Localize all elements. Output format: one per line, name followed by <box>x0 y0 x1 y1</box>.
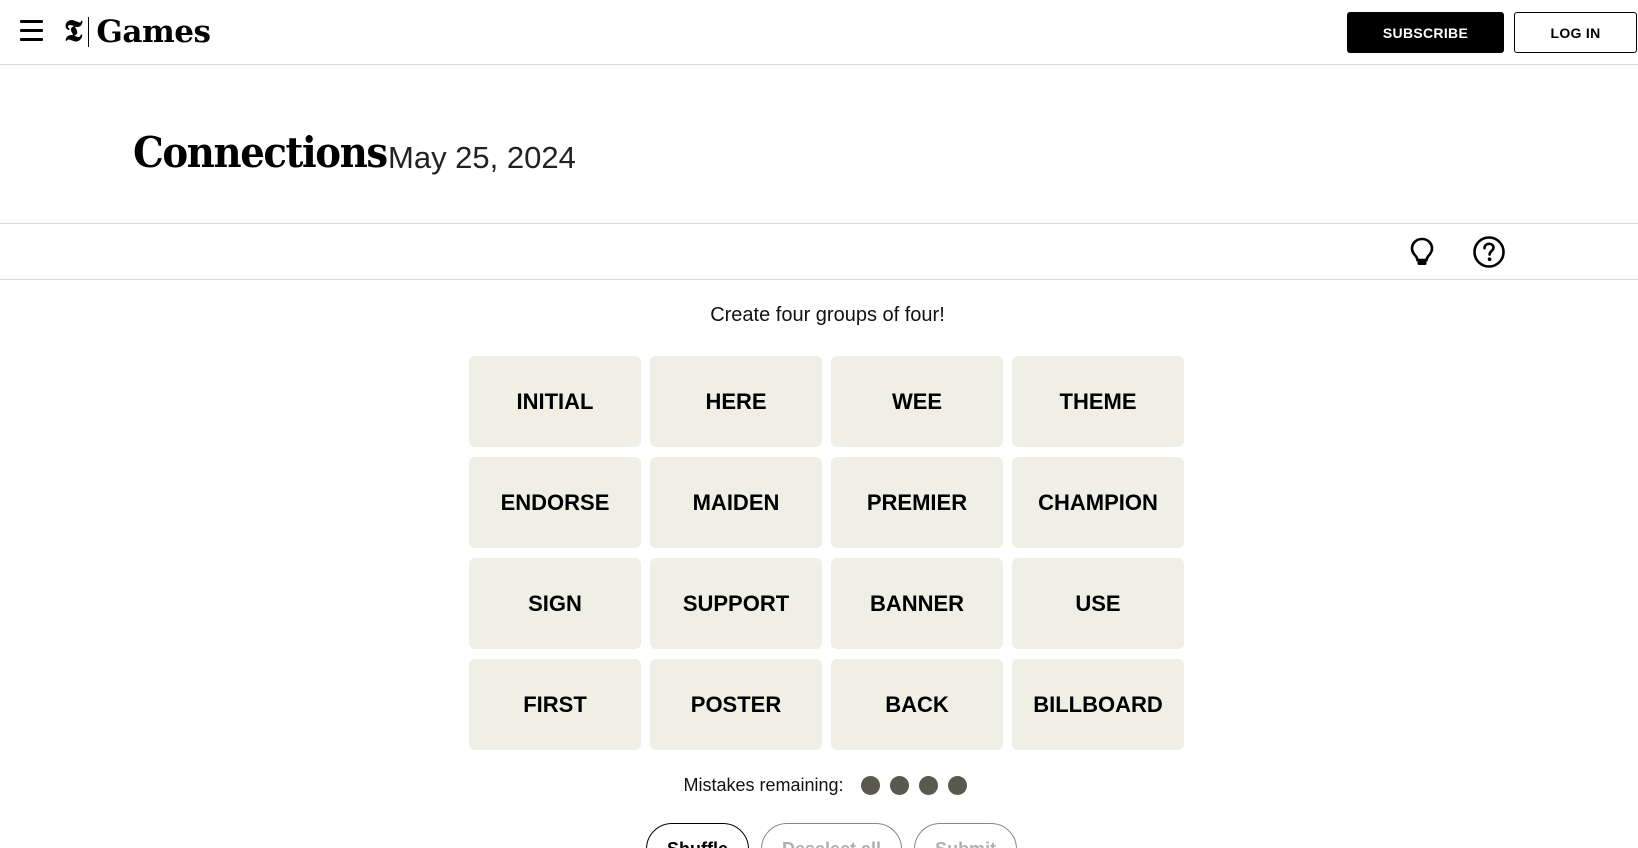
word-tile[interactable]: SIGN <box>469 558 641 649</box>
word-tile[interactable]: WEE <box>831 356 1003 447</box>
game-toolbar <box>0 224 1638 280</box>
menu-icon[interactable] <box>20 20 43 42</box>
shuffle-button[interactable]: Shuffle <box>646 823 749 848</box>
game-controls: Shuffle Deselect all Submit <box>646 823 1029 848</box>
word-tile[interactable]: ENDORSE <box>469 457 641 548</box>
mistake-dot <box>860 776 880 795</box>
game-instructions: Create four groups of four! <box>710 304 945 326</box>
word-tile[interactable]: MAIDEN <box>650 457 822 548</box>
subscribe-button[interactable]: SUBSCRIBE <box>1347 12 1504 53</box>
word-tile[interactable]: INITIAL <box>469 356 641 447</box>
word-tile[interactable]: THEME <box>1012 356 1184 447</box>
word-tile[interactable]: SUPPORT <box>650 558 822 649</box>
mistake-dot <box>947 776 967 795</box>
top-navigation-bar: 𝕿 Games SUBSCRIBE LOG IN <box>0 0 1638 65</box>
word-tile[interactable]: POSTER <box>650 659 822 750</box>
word-tile[interactable]: USE <box>1012 558 1184 649</box>
lightbulb-icon[interactable] <box>1404 234 1440 270</box>
word-tile[interactable]: FIRST <box>469 659 641 750</box>
nyt-games-logo[interactable]: 𝕿 Games <box>64 14 211 50</box>
login-button[interactable]: LOG IN <box>1514 12 1637 53</box>
help-icon[interactable] <box>1471 234 1507 270</box>
puzzle-date: May 25, 2024 <box>388 140 576 175</box>
logo-divider <box>88 17 90 47</box>
word-tile[interactable]: HERE <box>650 356 822 447</box>
page-title: Connections <box>133 128 388 177</box>
word-tile[interactable]: BILLBOARD <box>1012 659 1184 750</box>
word-tile[interactable]: PREMIER <box>831 457 1003 548</box>
nyt-logo-mark: 𝕿 <box>64 14 83 49</box>
game-header: Connections May 25, 2024 <box>0 66 1638 224</box>
submit-button[interactable]: Submit <box>914 823 1018 848</box>
mistake-dot <box>889 776 909 795</box>
logo-games-text: Games <box>96 14 211 50</box>
deselect-all-button[interactable]: Deselect all <box>761 823 903 848</box>
word-tile[interactable]: BACK <box>831 659 1003 750</box>
word-tile[interactable]: BANNER <box>831 558 1003 649</box>
mistake-dot <box>918 776 938 795</box>
word-grid: INITIAL HERE WEE THEME ENDORSE MAIDEN PR… <box>469 356 1186 750</box>
mistakes-remaining: Mistakes remaining: <box>0 775 1638 796</box>
mistakes-label: Mistakes remaining: <box>683 775 844 795</box>
word-tile[interactable]: CHAMPION <box>1012 457 1184 548</box>
